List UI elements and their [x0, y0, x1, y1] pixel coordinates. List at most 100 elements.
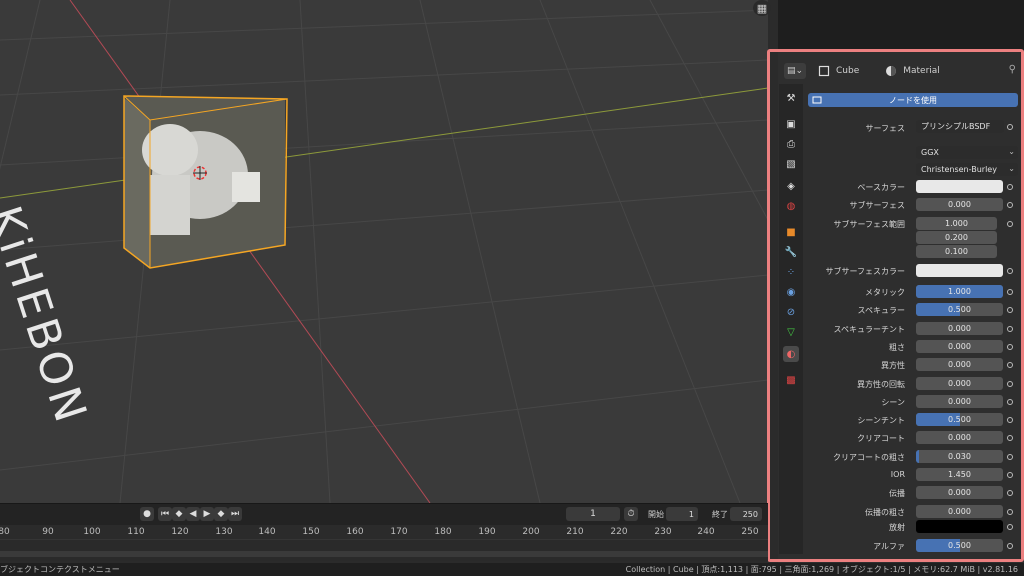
alpha-socket-icon[interactable] — [1007, 543, 1013, 549]
alpha-label: アルファ — [873, 542, 905, 551]
param-field[interactable]: 0.000 — [916, 377, 1003, 390]
output-tab-icon[interactable]: ⎙ — [783, 136, 799, 152]
param-field[interactable]: 0.000 — [916, 505, 1003, 518]
timeline-tick-label: 210 — [566, 527, 584, 537]
play-reverse-icon[interactable]: ◀ — [186, 507, 200, 521]
param-socket-icon[interactable] — [1007, 362, 1013, 368]
timeline-tick-label: 230 — [654, 527, 672, 537]
alpha-field[interactable]: 0.500 — [916, 539, 1003, 552]
grid-view-icon[interactable]: ▦ — [753, 0, 771, 16]
distribution-select[interactable]: GGX ⌄ — [916, 146, 1018, 159]
param-label: シーンチント — [857, 416, 905, 425]
param-socket-icon[interactable] — [1007, 454, 1013, 460]
param-field[interactable]: 0.000 — [916, 358, 1003, 371]
param-field[interactable]: 0.000 — [916, 486, 1003, 499]
status-stats: Collection | Cube | 頂点:1,113 | 面:795 | 三… — [625, 565, 1018, 574]
object-breadcrumb[interactable]: Cube — [818, 65, 859, 77]
param-field[interactable]: 1.000 — [916, 285, 1003, 298]
param-label: 異方性 — [881, 361, 905, 370]
timeline-tick-label: 200 — [522, 527, 540, 537]
timeline-ruler[interactable] — [0, 525, 768, 539]
param-socket-icon[interactable] — [1007, 307, 1013, 313]
param-field[interactable]: 0.000 — [916, 431, 1003, 444]
param-socket-icon[interactable] — [1007, 435, 1013, 441]
param-label: 伝播 — [889, 489, 905, 498]
param-field[interactable]: 1.450 — [916, 468, 1003, 481]
subsurface-radius-y[interactable]: 0.200 — [916, 231, 997, 244]
param-label: シーン — [881, 398, 905, 407]
start-frame-field[interactable]: 1 — [666, 507, 698, 521]
end-label: 終了 — [712, 510, 728, 519]
tool-tab-icon[interactable]: ⚒ — [783, 90, 799, 106]
param-field[interactable]: 0.000 — [916, 322, 1003, 335]
surface-label: サーフェス — [865, 124, 905, 133]
subsurface-method-select[interactable]: Christensen-Burley ⌄ — [916, 163, 1018, 176]
use-nodes-button[interactable]: ノードを使用 — [808, 93, 1018, 107]
3d-viewport[interactable]: KiHEBON — [0, 0, 768, 503]
stopwatch-icon[interactable]: ⏱ — [624, 507, 638, 521]
param-field[interactable]: 0.000 — [916, 340, 1003, 353]
play-icon[interactable]: ▶ — [200, 507, 214, 521]
subsurface-radius-x[interactable]: 1.000 — [916, 217, 997, 230]
surface-shader-select[interactable]: プリンシプルBSDF — [916, 120, 1004, 133]
subsurface-color-label: サブサーフェスカラー — [825, 267, 905, 276]
current-frame-field[interactable]: 1 — [566, 507, 620, 521]
param-label: 異方性の回転 — [857, 380, 905, 389]
material-breadcrumb[interactable]: Material — [885, 65, 940, 77]
timeline-track[interactable] — [0, 539, 768, 561]
view-layer-tab-icon[interactable]: ▧ — [783, 156, 799, 172]
chevron-down-icon: ⌄ — [1008, 147, 1015, 156]
chevron-down-icon: ⌄ — [1008, 164, 1015, 173]
timeline-tick-label: 120 — [171, 527, 189, 537]
param-label: 伝播の粗さ — [865, 508, 905, 517]
timeline-scrollbar[interactable] — [0, 551, 768, 557]
jump-end-icon[interactable]: ⏭ — [228, 507, 242, 521]
object-name: Cube — [836, 66, 860, 76]
param-socket-icon[interactable] — [1007, 472, 1013, 478]
properties-header: ▤⌄ Cube Material ⚲ — [780, 60, 1022, 82]
subsurface-radius-z[interactable]: 0.100 — [916, 245, 997, 258]
subsurface-radius-socket-icon[interactable] — [1007, 221, 1013, 227]
selected-cube[interactable] — [123, 95, 288, 269]
pin-icon[interactable]: ⚲ — [1009, 64, 1016, 75]
base-color-socket-icon[interactable] — [1007, 184, 1013, 190]
timeline-tick-label: 170 — [390, 527, 408, 537]
param-label: クリアコート — [857, 434, 905, 443]
param-socket-icon[interactable] — [1007, 326, 1013, 332]
surface-socket-icon[interactable] — [1007, 124, 1013, 130]
properties-tab-column: ⚒ ▣ ⎙ ▧ ◈ ◍ ■ 🔧 ⁘ ◉ ⊘ ▽ ◐ ▩ — [779, 84, 803, 554]
timeline-tick-label: 150 — [302, 527, 320, 537]
prev-keyframe-icon[interactable]: ◆ — [172, 507, 186, 521]
timeline-tick-label: 110 — [127, 527, 145, 537]
param-socket-icon[interactable] — [1007, 417, 1013, 423]
param-socket-icon[interactable] — [1007, 399, 1013, 405]
param-socket-icon[interactable] — [1007, 509, 1013, 515]
end-frame-field[interactable]: 250 — [730, 507, 762, 521]
emission-color-swatch[interactable] — [916, 520, 1003, 533]
subsurface-color-swatch[interactable] — [916, 264, 1003, 277]
timeline-tick-label: 130 — [215, 527, 233, 537]
record-button[interactable]: ● — [140, 507, 154, 521]
param-socket-icon[interactable] — [1007, 344, 1013, 350]
modifier-tab-icon[interactable]: 🔧 — [783, 244, 799, 260]
timeline-tick-label: 180 — [434, 527, 452, 537]
param-label: 粗さ — [889, 343, 905, 352]
subsurface-field[interactable]: 0.000 — [916, 198, 1003, 211]
param-socket-icon[interactable] — [1007, 289, 1013, 295]
param-field[interactable]: 0.500 — [916, 303, 1003, 316]
param-field[interactable]: 0.030 — [916, 450, 1003, 463]
param-field[interactable]: 0.500 — [916, 413, 1003, 426]
param-socket-icon[interactable] — [1007, 490, 1013, 496]
next-keyframe-icon[interactable]: ◆ — [214, 507, 228, 521]
subsurface-color-socket-icon[interactable] — [1007, 268, 1013, 274]
emission-socket-icon[interactable] — [1007, 524, 1013, 530]
subsurface-socket-icon[interactable] — [1007, 202, 1013, 208]
editor-type-button[interactable]: ▤⌄ — [784, 63, 806, 79]
timeline-tick-label: 160 — [346, 527, 364, 537]
y-axis-line — [0, 87, 768, 199]
param-socket-icon[interactable] — [1007, 381, 1013, 387]
base-color-swatch[interactable] — [916, 180, 1003, 193]
jump-start-icon[interactable]: ⏮ — [158, 507, 172, 521]
timeline-tick-label: 250 — [741, 527, 759, 537]
param-field[interactable]: 0.000 — [916, 395, 1003, 408]
